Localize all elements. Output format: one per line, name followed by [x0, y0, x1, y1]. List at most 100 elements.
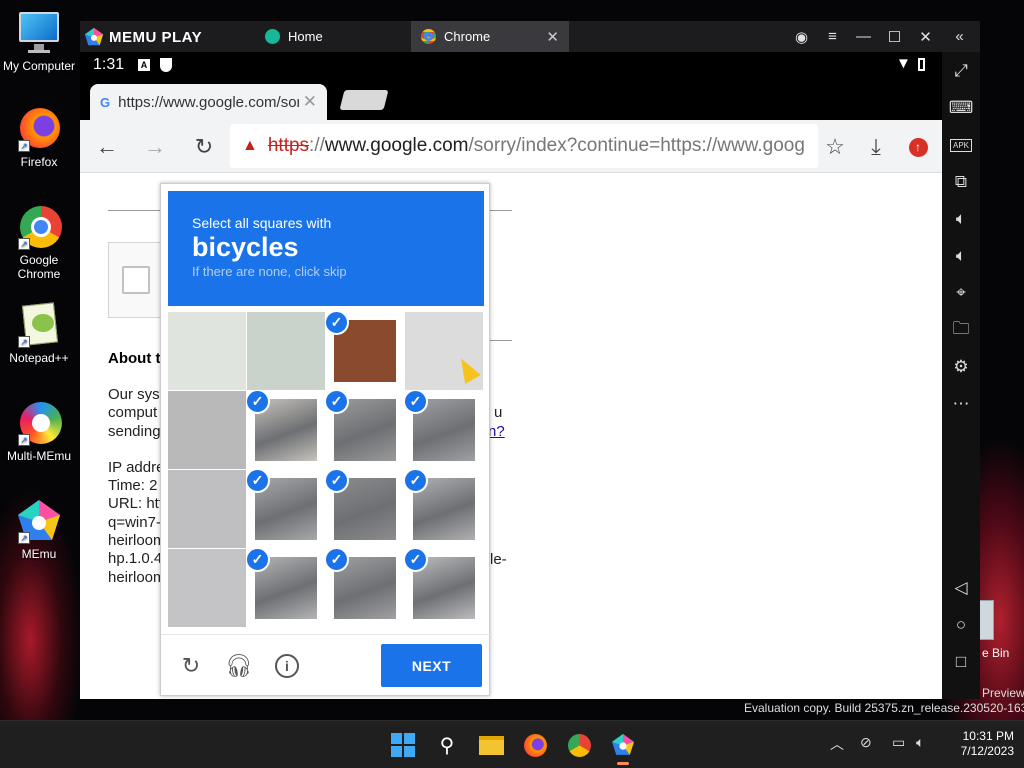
- chrome-toolbar: ← → ↻ ▲ https :// www.google.com /sorry/…: [80, 120, 942, 173]
- search-icon[interactable]: ⚲: [432, 730, 462, 760]
- multi-window-icon[interactable]: ⧉: [942, 167, 980, 197]
- account-icon[interactable]: ◉: [786, 21, 817, 52]
- download-icon[interactable]: ⤓: [861, 132, 891, 162]
- volume-down-icon[interactable]: 🔈︎: [942, 241, 980, 271]
- captcha-tile[interactable]: ✓: [405, 391, 483, 469]
- url-bar[interactable]: ▲ https :// www.google.com /sorry/index?…: [230, 124, 818, 168]
- watermark-preview: Preview: [982, 686, 1024, 700]
- network-off-icon[interactable]: ⊘: [860, 734, 872, 751]
- body-line: Our syst: [108, 386, 164, 403]
- recaptcha-challenge: Select all squares with bicycles If ther…: [160, 183, 491, 696]
- forward-icon[interactable]: →: [140, 132, 170, 162]
- desktop-icon-label: Google Chrome: [17, 253, 61, 281]
- settings-icon[interactable]: ⚙: [942, 352, 980, 382]
- evaluation-watermark: Evaluation copy. Build 25375.zn_release.…: [744, 701, 1024, 715]
- display-icon[interactable]: ▭: [892, 734, 905, 751]
- captcha-tile[interactable]: ✓: [326, 391, 404, 469]
- volume-up-icon[interactable]: 🔈︎: [942, 204, 980, 234]
- captcha-tile[interactable]: [168, 549, 246, 627]
- hint-text: If there are none, click skip: [192, 264, 347, 279]
- back-icon[interactable]: ←: [92, 132, 122, 162]
- update-icon[interactable]: ↑: [903, 132, 933, 162]
- body-fragment: u: [494, 404, 503, 421]
- captcha-tile[interactable]: ✓: [405, 549, 483, 627]
- desktop-icon-notepad-plus-plus[interactable]: ↗ Notepad++: [0, 302, 78, 365]
- captcha-tile[interactable]: ✓: [326, 549, 404, 627]
- memu-titlebar: MEMU PLAY Home Chrome ✕ ◉ ≡ — ☐ ✕ «: [80, 21, 980, 52]
- collapse-sidebar-icon[interactable]: «: [944, 21, 975, 52]
- desktop-icon-label: My Computer: [2, 59, 76, 73]
- body-line: heirloom: [108, 568, 166, 586]
- url-scheme: https: [267, 135, 310, 156]
- desktop-icon-label: Multi-MEmu: [6, 449, 71, 463]
- captcha-tile[interactable]: ✓: [326, 312, 404, 390]
- play-protect-icon: [160, 58, 172, 72]
- wifi-icon: ▼: [896, 55, 911, 72]
- info-icon[interactable]: i: [273, 652, 301, 680]
- start-button[interactable]: [388, 730, 418, 760]
- file-explorer-icon[interactable]: [476, 730, 506, 760]
- tab-chrome[interactable]: Chrome ✕: [411, 21, 569, 52]
- captcha-tile[interactable]: ✓: [247, 470, 325, 548]
- tile-image: [168, 312, 246, 390]
- menu-icon[interactable]: ≡: [817, 21, 848, 52]
- memu-taskbar-icon[interactable]: [608, 730, 638, 765]
- clock-time: 10:31 PM: [962, 729, 1014, 743]
- home-nav-icon[interactable]: ○: [942, 610, 980, 640]
- body-line: q=win7-: [108, 513, 161, 531]
- maximize-icon[interactable]: ☐: [879, 21, 910, 52]
- target-object: bicycles: [192, 232, 299, 262]
- close-tab-icon[interactable]: ✕: [546, 28, 559, 46]
- status-time: 1:31: [93, 56, 125, 73]
- captcha-tile[interactable]: [168, 312, 246, 390]
- tile-image: [168, 470, 246, 548]
- reload-icon[interactable]: ↻: [189, 132, 219, 162]
- minimize-icon[interactable]: —: [848, 21, 879, 52]
- audio-challenge-icon[interactable]: 🎧︎: [225, 652, 253, 680]
- captcha-tile[interactable]: [168, 470, 246, 548]
- volume-icon[interactable]: 🔈︎: [916, 734, 924, 751]
- fullscreen-icon[interactable]: ⤢: [942, 56, 980, 86]
- apk-icon[interactable]: APK: [942, 130, 980, 160]
- body-line: heirloom: [108, 532, 166, 550]
- chrome-icon: ↗: [16, 204, 62, 250]
- clock-date: 7/12/2023: [960, 744, 1014, 758]
- recaptcha-checkbox[interactable]: [122, 266, 150, 294]
- keyboard-icon[interactable]: ⌨: [942, 93, 980, 123]
- captcha-tile[interactable]: [168, 391, 246, 469]
- tray-chevron-icon[interactable]: ︿: [830, 734, 844, 754]
- back-nav-icon[interactable]: ◁: [942, 573, 980, 603]
- desktop-icon-multi-memu[interactable]: ↗ Multi-MEmu: [0, 400, 78, 463]
- chrome-icon: [421, 29, 436, 44]
- captcha-tile[interactable]: ✓: [326, 470, 404, 548]
- why-link[interactable]: n?: [488, 423, 505, 440]
- bookmark-star-icon[interactable]: ☆: [820, 132, 850, 162]
- location-icon[interactable]: ⌖: [942, 278, 980, 308]
- reload-challenge-icon[interactable]: ↻: [177, 652, 205, 680]
- close-tab-icon[interactable]: ✕: [298, 92, 317, 112]
- captcha-tile[interactable]: ✓: [405, 470, 483, 548]
- desktop-icon-my-computer[interactable]: My Computer: [0, 10, 78, 73]
- chrome-taskbar-icon[interactable]: [564, 730, 594, 760]
- body-fragment: le-: [490, 551, 507, 568]
- recycle-bin-icon[interactable]: [978, 600, 994, 640]
- captcha-tile[interactable]: [247, 312, 325, 390]
- taskbar-clock[interactable]: 10:31 PM 7/12/2023: [942, 729, 1014, 759]
- chrome-tab[interactable]: G https://www.google.com/sorry/index?con…: [90, 84, 327, 120]
- windows-taskbar: ⚲ ︿ ⊘ ▭ 🔈︎ 10:31 PM 7/12/2023: [0, 720, 1024, 768]
- desktop-icon-memu[interactable]: ↗ MEmu: [0, 498, 78, 561]
- recents-nav-icon[interactable]: □: [942, 647, 980, 677]
- captcha-tile[interactable]: ✓: [247, 391, 325, 469]
- instruction-text: Select all squares with: [192, 215, 332, 231]
- close-window-icon[interactable]: ✕: [910, 21, 941, 52]
- more-icon[interactable]: ⋯: [942, 389, 980, 419]
- desktop-icon-firefox[interactable]: ↗ Firefox: [0, 106, 78, 169]
- folder-icon[interactable]: 🗀: [942, 315, 980, 345]
- captcha-tile[interactable]: ✓: [247, 549, 325, 627]
- tab-home[interactable]: Home: [255, 21, 410, 52]
- desktop-icon-google-chrome[interactable]: ↗ Google Chrome: [0, 204, 78, 281]
- next-button[interactable]: NEXT: [381, 644, 482, 687]
- memu-logo: MEMU PLAY: [84, 26, 202, 48]
- new-tab-button[interactable]: [339, 90, 389, 110]
- firefox-taskbar-icon[interactable]: [520, 730, 550, 760]
